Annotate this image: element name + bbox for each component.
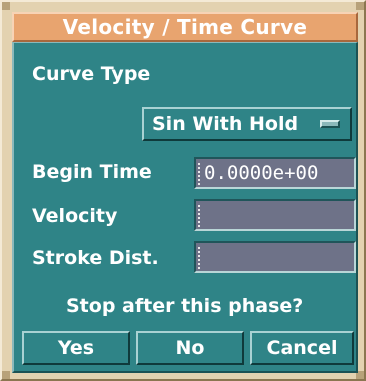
frame-corner-bottom-left xyxy=(2,371,10,379)
dialog-body: Curve Type Sin With Hold Begin Time 0.00… xyxy=(12,42,358,373)
curve-type-label: Curve Type xyxy=(32,63,151,85)
begin-time-label: Begin Time xyxy=(32,161,152,183)
stroke-dist-field[interactable] xyxy=(194,241,356,273)
yes-button-label: Yes xyxy=(57,337,95,359)
yes-button[interactable]: Yes xyxy=(22,331,130,365)
curve-type-option-menu[interactable]: Sin With Hold xyxy=(142,107,352,141)
velocity-field[interactable] xyxy=(194,199,356,231)
begin-time-value: 0.0000e+00 xyxy=(204,162,319,184)
option-menu-indicator-icon xyxy=(320,120,340,128)
no-button-label: No xyxy=(175,337,205,359)
frame-corner-top-right xyxy=(356,2,364,10)
begin-time-field[interactable]: 0.0000e+00 xyxy=(194,157,356,189)
no-button[interactable]: No xyxy=(136,331,244,365)
text-cursor-icon xyxy=(198,163,202,185)
cancel-button[interactable]: Cancel xyxy=(250,331,354,365)
velocity-label: Velocity xyxy=(32,205,118,227)
dialog-frame: Velocity / Time Curve Curve Type Sin Wit… xyxy=(0,0,366,381)
text-cursor-icon xyxy=(198,247,202,269)
text-cursor-icon xyxy=(198,205,202,227)
frame-corner-top-left xyxy=(2,2,10,10)
curve-type-value: Sin With Hold xyxy=(152,113,299,135)
cancel-button-label: Cancel xyxy=(266,337,338,359)
dialog-title-bar[interactable]: Velocity / Time Curve xyxy=(12,12,358,42)
stop-question-label: Stop after this phase? xyxy=(66,295,304,317)
dialog-title: Velocity / Time Curve xyxy=(62,15,308,39)
stroke-dist-label: Stroke Dist. xyxy=(32,247,159,269)
